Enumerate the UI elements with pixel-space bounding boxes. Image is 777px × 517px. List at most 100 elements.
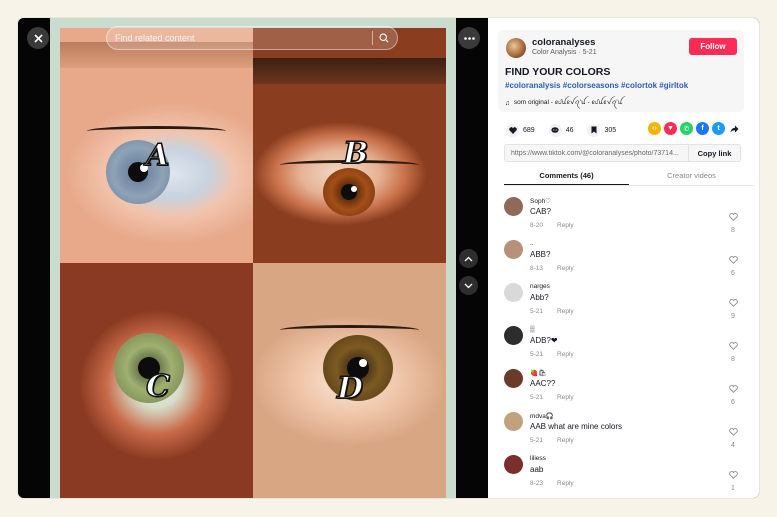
eye-letter-a: A <box>145 137 170 174</box>
commenter-username[interactable]: .. <box>530 240 534 247</box>
comment-meta: 5-21 Reply <box>530 394 574 401</box>
reply-button[interactable]: Reply <box>557 437 574 444</box>
reply-button[interactable]: Reply <box>557 308 574 315</box>
commenter-username[interactable]: narges <box>530 283 550 290</box>
commenter-avatar[interactable] <box>504 326 523 345</box>
embed-share-icon[interactable]: ‹› <box>648 122 661 135</box>
previous-post-button[interactable] <box>459 249 478 268</box>
facebook-share-icon[interactable]: f <box>696 122 709 135</box>
comment-like-count: 8 <box>731 356 735 363</box>
share-options: ‹› ▼ ✆ f t <box>648 122 741 135</box>
save-count: 305 <box>604 126 617 134</box>
heart-outline-icon <box>728 428 738 436</box>
reply-button[interactable]: Reply <box>557 394 574 401</box>
comment-like-button[interactable]: 6 <box>726 380 740 406</box>
comment-text: AAC?? <box>530 379 556 388</box>
comment-like-button[interactable]: 6 <box>726 251 740 277</box>
comment-like-count: 6 <box>731 399 735 406</box>
copy-link-button[interactable]: Copy link <box>688 145 740 161</box>
commenter-avatar[interactable] <box>504 455 523 474</box>
follow-button[interactable]: Follow <box>689 38 737 55</box>
comment-date: 5-21 <box>530 351 544 358</box>
post-hashtags[interactable]: #coloranalysis #colorseasons #colortok #… <box>505 81 688 90</box>
chevron-up-icon <box>464 256 473 261</box>
commenter-username[interactable]: liliess <box>530 455 546 462</box>
music-row[interactable]: ♫ som original - ꫀᦔꪊꫀꪜꪖ'ꪊ - ꫀᦔꪊꫀꪜꪖ'ꪊ <box>505 96 623 110</box>
heart-outline-icon <box>728 213 738 221</box>
commenter-username[interactable]: ▒ <box>530 326 535 333</box>
send-share-icon[interactable]: ▼ <box>664 122 677 135</box>
bookmark-icon <box>587 123 601 137</box>
comment-like-button[interactable]: 9 <box>726 294 740 320</box>
save-button[interactable]: 305 <box>587 123 617 137</box>
comment-text: Abb? <box>530 293 549 302</box>
author-username[interactable]: coloranalyses <box>532 37 595 48</box>
music-title: som original - ꫀᦔꪊꫀꪜꪖ'ꪊ - ꫀᦔꪊꫀꪜꪖ'ꪊ <box>513 99 623 106</box>
photo-frame: A B C D <box>50 18 456 498</box>
next-post-button[interactable] <box>459 276 478 295</box>
comment-like-button[interactable]: 1 <box>726 466 740 492</box>
share-arrow-icon[interactable] <box>728 122 741 135</box>
more-options-button[interactable] <box>458 27 480 49</box>
post-link-url[interactable]: https://www.tiktok.com/@coloranalyses/ph… <box>505 150 688 157</box>
music-note-icon: ♫ <box>505 99 510 107</box>
comment-like-button[interactable]: 8 <box>726 208 740 234</box>
reply-button[interactable]: Reply <box>557 351 574 358</box>
commenter-username[interactable]: Soph♡ <box>530 197 551 205</box>
commenter-avatar[interactable] <box>504 283 523 302</box>
reply-button[interactable]: Reply <box>557 480 574 487</box>
eye-photo-c: C <box>60 263 253 498</box>
commenter-username[interactable]: mdva🎧 <box>530 412 554 420</box>
related-search-input[interactable]: Find related content <box>106 26 398 50</box>
comment-item: .. ABB? 8-13 Reply 6 <box>504 237 742 280</box>
comment-item: liliess aab 8-23 Reply 1 <box>504 452 742 495</box>
comment-meta: 8-20 Reply <box>530 222 574 229</box>
comment-like-count: 8 <box>731 227 735 234</box>
close-icon <box>33 33 43 43</box>
twitter-share-icon[interactable]: t <box>712 122 725 135</box>
comment-text: ABB? <box>530 250 551 259</box>
comment-date: 8-23 <box>530 480 544 487</box>
eye-letter-b: B <box>342 135 369 172</box>
heart-outline-icon <box>728 299 738 307</box>
comment-like-button[interactable]: 8 <box>726 337 740 363</box>
comment-button[interactable]: 46 <box>548 123 573 137</box>
eye-photo-a: A <box>60 28 253 263</box>
eye-photo-b: B <box>253 28 446 263</box>
comment-item: narges Abb? 5-21 Reply 9 <box>504 280 742 323</box>
commenter-avatar[interactable] <box>504 369 523 388</box>
author-card: coloranalyses Color Analysis · 5-21 Foll… <box>498 30 744 112</box>
whatsapp-share-icon[interactable]: ✆ <box>680 122 693 135</box>
comment-like-button[interactable]: 4 <box>726 423 740 449</box>
comment-meta: 5-21 Reply <box>530 351 574 358</box>
commenter-avatar[interactable] <box>504 412 523 431</box>
comment-item: Soph♡ CAB? 8-20 Reply 8 <box>504 194 742 237</box>
comment-date: 8-20 <box>530 222 544 229</box>
eye-letter-d: D <box>336 370 364 407</box>
photo-modal: A B C D Find related content coloranalys… <box>18 18 759 498</box>
like-button[interactable]: 689 <box>506 123 535 137</box>
commenter-avatar[interactable] <box>504 240 523 259</box>
eye-photo-d: D <box>253 263 446 498</box>
search-icon[interactable] <box>379 33 389 43</box>
more-icon <box>463 36 475 40</box>
comment-item: mdva🎧 AAB what are mine colors 5-21 Reply 4 <box>504 409 742 452</box>
commenter-avatar[interactable] <box>504 197 523 216</box>
reply-button[interactable]: Reply <box>557 222 574 229</box>
comment-text: aab <box>530 465 544 474</box>
tab-comments[interactable]: Comments (46) <box>504 168 629 185</box>
comment-date: 5-21 <box>530 394 544 401</box>
comment-like-count: 4 <box>731 442 735 449</box>
comment-text: CAB? <box>530 207 551 216</box>
post-title: FIND YOUR COLORS <box>505 66 611 78</box>
tab-creator-videos[interactable]: Creator videos <box>629 168 754 185</box>
search-placeholder: Find related content <box>115 33 195 43</box>
close-button[interactable] <box>27 27 49 49</box>
author-avatar[interactable] <box>506 38 526 58</box>
author-subtitle: Color Analysis · 5-21 <box>532 49 597 56</box>
post-link-box: https://www.tiktok.com/@coloranalyses/ph… <box>504 144 741 162</box>
commenter-username[interactable]: 🍓🛍 <box>530 369 546 377</box>
reply-button[interactable]: Reply <box>557 265 574 272</box>
heart-outline-icon <box>728 385 738 393</box>
heart-outline-icon <box>728 342 738 350</box>
